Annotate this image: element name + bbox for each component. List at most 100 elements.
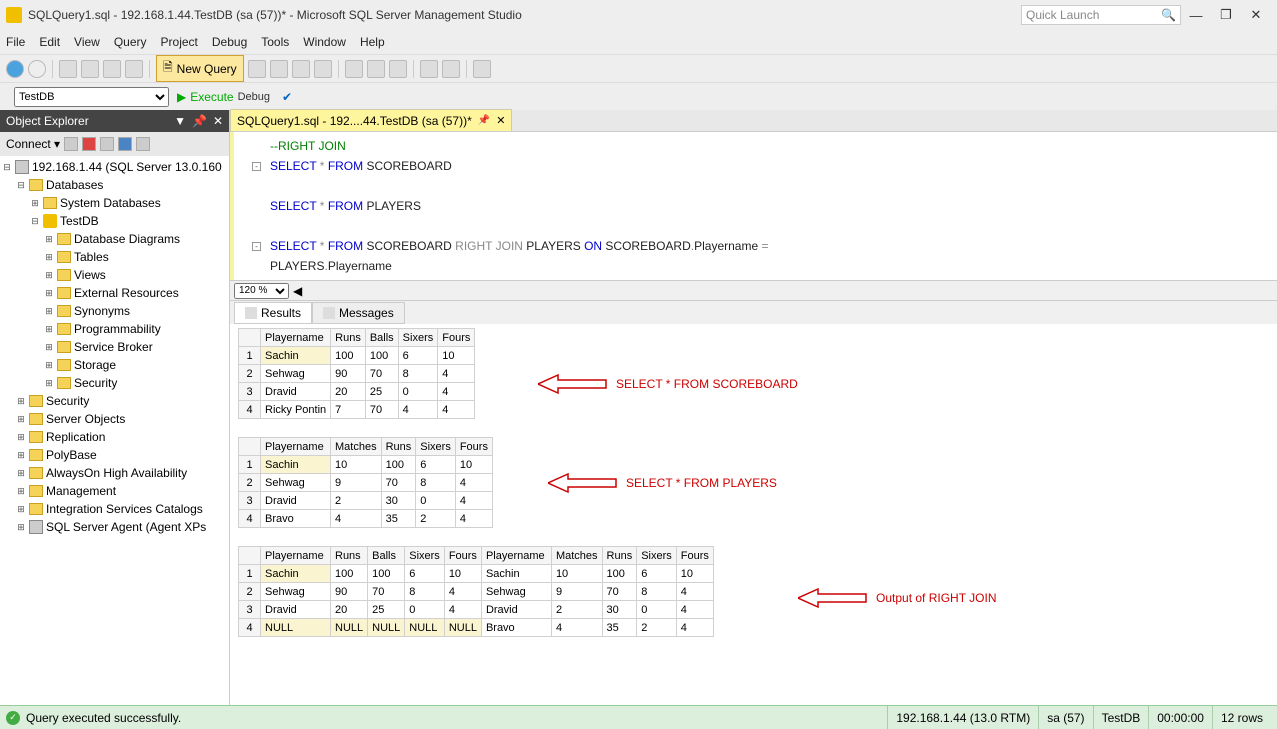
new-item-button[interactable] bbox=[59, 60, 77, 78]
main-toolbar: 🗎 New Query bbox=[0, 54, 1277, 82]
status-user: sa (57) bbox=[1038, 706, 1092, 729]
refresh-icon[interactable] bbox=[118, 137, 132, 151]
fold-icon[interactable]: - bbox=[252, 162, 261, 171]
sql-editor[interactable]: --RIGHT JOIN -SELECT * FROM SCOREBOARD S… bbox=[230, 132, 1277, 280]
tree-item[interactable]: ⊞Programmability bbox=[2, 320, 227, 338]
annotation-3: Output of RIGHT JOIN bbox=[798, 586, 996, 610]
messages-icon bbox=[323, 307, 335, 319]
menu-edit[interactable]: Edit bbox=[39, 35, 60, 49]
zoom-select[interactable]: 120 % bbox=[234, 283, 289, 299]
nav-back-button[interactable] bbox=[6, 60, 24, 78]
open-button[interactable] bbox=[81, 60, 99, 78]
tree-item[interactable]: ⊞Service Broker bbox=[2, 338, 227, 356]
tree-testdb[interactable]: TestDB bbox=[60, 214, 99, 228]
nav-forward-button[interactable] bbox=[28, 60, 46, 78]
sql-toolbar: TestDB ▶Execute Debug ✔ bbox=[0, 82, 1277, 110]
minimize-button[interactable]: — bbox=[1181, 4, 1211, 26]
menu-query[interactable]: Query bbox=[114, 35, 147, 49]
toolbar-btn-e[interactable] bbox=[473, 60, 491, 78]
object-explorer-title: Object Explorer bbox=[6, 114, 89, 128]
window-title: SQLQuery1.sql - 192.168.1.44.TestDB (sa … bbox=[28, 8, 1021, 22]
cut-button[interactable] bbox=[345, 60, 363, 78]
new-query-button[interactable]: 🗎 New Query bbox=[156, 55, 244, 82]
tree-item[interactable]: ⊞PolyBase bbox=[2, 446, 227, 464]
tree-server[interactable]: 192.168.1.44 (SQL Server 13.0.160 bbox=[32, 160, 222, 174]
toolbar-btn-c[interactable] bbox=[292, 60, 310, 78]
tree-item[interactable]: ⊞Tables bbox=[2, 248, 227, 266]
tree-item[interactable]: ⊞Integration Services Catalogs bbox=[2, 500, 227, 518]
document-tab-strip: SQLQuery1.sql - 192....44.TestDB (sa (57… bbox=[230, 110, 1277, 132]
result-grid-3: PlayernameRunsBallsSixersFoursPlayername… bbox=[238, 546, 1269, 637]
tree-system-databases[interactable]: System Databases bbox=[60, 196, 161, 210]
play-icon: ▶ bbox=[177, 90, 186, 104]
tree-item[interactable]: ⊞SQL Server Agent (Agent XPs bbox=[2, 518, 227, 536]
redo-button[interactable] bbox=[442, 60, 460, 78]
results-panel: PlayernameRunsBallsSixersFours1Sachin100… bbox=[230, 324, 1277, 727]
grid-table[interactable]: PlayernameRunsBallsSixersFoursPlayername… bbox=[238, 546, 714, 637]
filter-icon[interactable] bbox=[100, 137, 114, 151]
undo-button[interactable] bbox=[420, 60, 438, 78]
annotation-2-text: SELECT * FROM PLAYERS bbox=[626, 476, 777, 490]
tree-item[interactable]: ⊞External Resources bbox=[2, 284, 227, 302]
tree-item[interactable]: ⊞Security bbox=[2, 392, 227, 410]
tree-item[interactable]: ⊞Storage bbox=[2, 356, 227, 374]
tree-item[interactable]: ⊞Database Diagrams bbox=[2, 230, 227, 248]
stop-icon[interactable] bbox=[82, 137, 96, 151]
menu-tools[interactable]: Tools bbox=[261, 35, 289, 49]
database-select[interactable]: TestDB bbox=[14, 87, 169, 107]
quick-launch-input[interactable]: Quick Launch 🔍 bbox=[1021, 5, 1181, 25]
tree-item[interactable]: ⊞Replication bbox=[2, 428, 227, 446]
maximize-button[interactable]: ❐ bbox=[1211, 4, 1241, 26]
toolbar-btn-d[interactable] bbox=[314, 60, 332, 78]
results-tab-strip: Results Messages bbox=[230, 300, 1277, 324]
status-bar: ✓ Query executed successfully. 192.168.1… bbox=[0, 705, 1277, 729]
execute-button[interactable]: ▶Execute bbox=[177, 90, 234, 104]
tree-item[interactable]: ⊞Views bbox=[2, 266, 227, 284]
check-icon: ✓ bbox=[6, 711, 20, 725]
fold-icon[interactable]: - bbox=[252, 242, 261, 251]
pin-icon[interactable]: 📌 bbox=[478, 115, 490, 126]
paste-button[interactable] bbox=[389, 60, 407, 78]
menu-debug[interactable]: Debug bbox=[212, 35, 247, 49]
folder-icon bbox=[29, 179, 43, 191]
grid-table[interactable]: PlayernameMatchesRunsSixersFours1Sachin1… bbox=[238, 437, 493, 528]
file-tab-label: SQLQuery1.sql - 192....44.TestDB (sa (57… bbox=[237, 114, 472, 128]
tree-item[interactable]: ⊞Synonyms bbox=[2, 302, 227, 320]
menu-project[interactable]: Project bbox=[161, 35, 198, 49]
dropdown-icon[interactable]: ▼ bbox=[174, 114, 186, 128]
tree-item[interactable]: ⊞Server Objects bbox=[2, 410, 227, 428]
new-query-label: New Query bbox=[177, 62, 237, 76]
file-tab[interactable]: SQLQuery1.sql - 192....44.TestDB (sa (57… bbox=[230, 109, 512, 131]
zoom-left-icon[interactable]: ◀ bbox=[293, 284, 302, 298]
menu-view[interactable]: View bbox=[74, 35, 100, 49]
pin-icon[interactable]: 📌 bbox=[192, 114, 207, 128]
parse-icon[interactable]: ✔ bbox=[282, 90, 292, 104]
results-tab[interactable]: Results bbox=[234, 302, 312, 324]
connect-button[interactable]: Connect ▾ bbox=[6, 137, 60, 151]
menu-help[interactable]: Help bbox=[360, 35, 385, 49]
copy-button[interactable] bbox=[367, 60, 385, 78]
tree-item[interactable]: ⊞Management bbox=[2, 482, 227, 500]
close-button[interactable]: ✕ bbox=[1241, 4, 1271, 26]
save-button[interactable] bbox=[103, 60, 121, 78]
grid-table[interactable]: PlayernameRunsBallsSixersFours1Sachin100… bbox=[238, 328, 475, 419]
debug-button[interactable]: Debug bbox=[238, 91, 270, 103]
panel-close-icon[interactable]: ✕ bbox=[213, 114, 223, 128]
tree-databases[interactable]: Databases bbox=[46, 178, 103, 192]
save-all-button[interactable] bbox=[125, 60, 143, 78]
tree-item[interactable]: ⊞Security bbox=[2, 374, 227, 392]
tree-item[interactable]: ⊞AlwaysOn High Availability bbox=[2, 464, 227, 482]
result-grid-1: PlayernameRunsBallsSixersFours1Sachin100… bbox=[238, 328, 1269, 419]
toolbar-btn-b[interactable] bbox=[270, 60, 288, 78]
toolbar-btn-a[interactable] bbox=[248, 60, 266, 78]
menu-file[interactable]: File bbox=[6, 35, 25, 49]
tab-close-icon[interactable]: ✕ bbox=[496, 114, 505, 127]
menu-window[interactable]: Window bbox=[303, 35, 346, 49]
oe-toolbar-icon[interactable] bbox=[136, 137, 150, 151]
folder-icon bbox=[43, 197, 57, 209]
object-explorer-tree[interactable]: ⊟192.168.1.44 (SQL Server 13.0.160 ⊟Data… bbox=[0, 156, 229, 727]
messages-tab[interactable]: Messages bbox=[312, 302, 405, 324]
status-message: Query executed successfully. bbox=[26, 711, 181, 725]
disconnect-icon[interactable] bbox=[64, 137, 78, 151]
messages-tab-label: Messages bbox=[339, 306, 394, 320]
